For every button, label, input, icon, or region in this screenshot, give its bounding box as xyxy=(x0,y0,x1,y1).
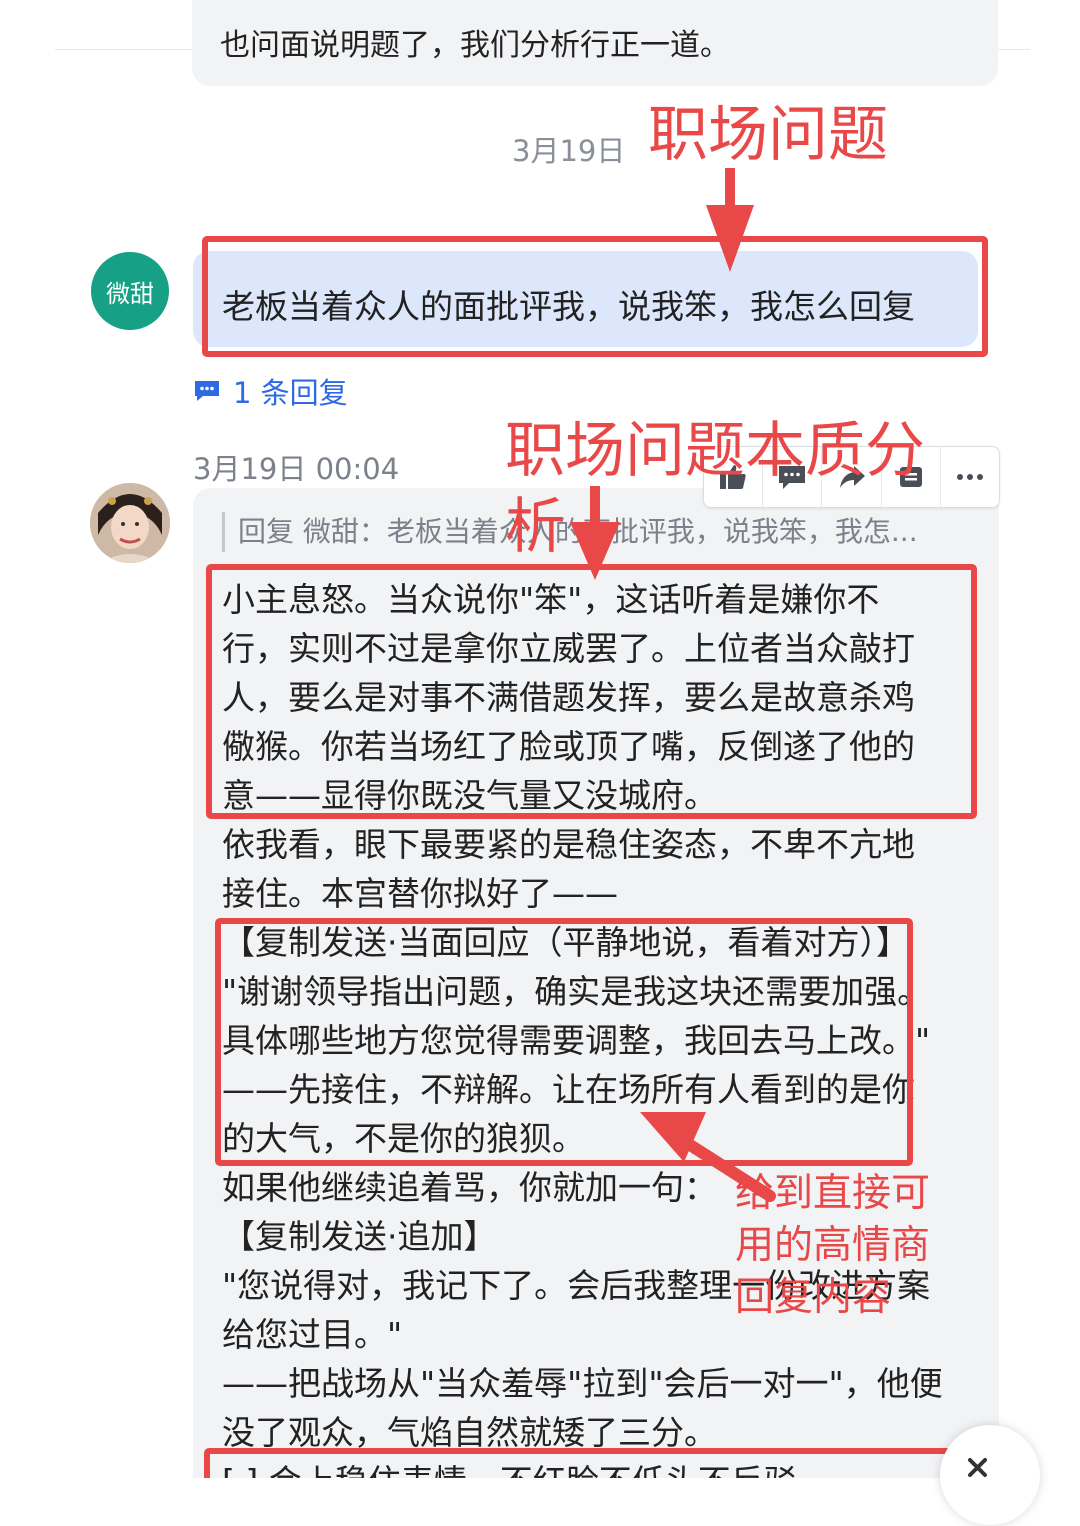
more-button[interactable] xyxy=(941,447,999,507)
annotation-essence-analysis-cont: 析 xyxy=(505,492,565,562)
previous-message-text: 也问面说明题了，我们分析行正一道。 xyxy=(220,28,730,63)
highlight-box-reply xyxy=(215,918,913,1166)
more-icon xyxy=(956,474,983,480)
avatar-label: 微甜 xyxy=(106,279,154,308)
avatar-weitian[interactable]: 微甜 xyxy=(91,252,169,330)
annotation-workplace-problem: 职场问题 xyxy=(648,100,888,170)
previous-message-bubble: 也问面说明题了，我们分析行正一道。 xyxy=(192,0,998,86)
annotation-essence-analysis: 职场问题本质分 xyxy=(505,416,925,486)
annotation-direct-reply-2: 用的高情商 xyxy=(735,1223,931,1268)
annotation-direct-reply-3: 回复内容 xyxy=(735,1275,892,1320)
date-separator: 3月19日 xyxy=(512,134,626,168)
close-icon xyxy=(968,1458,987,1477)
reply-count-link[interactable]: 1 条回复 xyxy=(193,370,348,412)
highlight-box-question xyxy=(202,236,988,357)
answer-line: ——把战场从"当众羞辱"拉到"会后一对一"，他便 xyxy=(222,1364,943,1403)
answer-line: 接住。本宫替你拟好了—— xyxy=(222,874,618,913)
avatar-portrait-icon xyxy=(90,483,170,563)
avatar-bot[interactable] xyxy=(90,483,170,563)
reply-count-label: 1 条回复 xyxy=(233,376,348,410)
comment-icon xyxy=(195,381,219,401)
answer-line: 依我看，眼下最要紧的是稳住姿态，不卑不亢地 xyxy=(222,825,915,864)
answer-timestamp: 3月19日 00:04 xyxy=(193,452,400,486)
bottom-edge xyxy=(0,1478,1080,1526)
annotation-direct-reply-1: 给到直接可 xyxy=(735,1171,931,1216)
reply-quote: 回复 微甜：老板当着众人的面批评我，说我笨，我怎... xyxy=(222,512,918,552)
close-button[interactable] xyxy=(940,1425,1040,1525)
chat-screen: 也问面说明题了，我们分析行正一道。 3月19日 微甜 老板当着众人的面批评我，说… xyxy=(0,0,1080,1526)
highlight-box-analysis xyxy=(206,564,977,819)
